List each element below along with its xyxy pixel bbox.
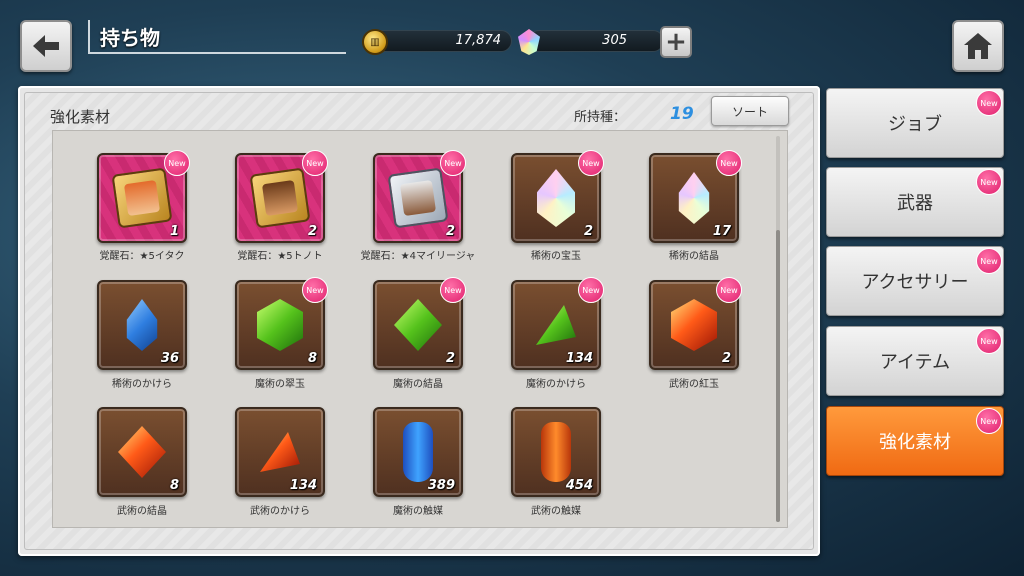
awakening-stone-icon: [111, 167, 173, 229]
home-button[interactable]: [952, 20, 1004, 72]
item-tile[interactable]: 36: [97, 280, 187, 370]
rare-shard-icon: [126, 299, 158, 351]
new-badge: New: [716, 150, 742, 176]
arrow-left-icon: [33, 35, 59, 57]
item-count: 134: [565, 351, 593, 366]
gold-coin-icon: ▥: [362, 29, 388, 55]
item-label: 稀術のかけら: [112, 379, 172, 390]
item-tile[interactable]: 454: [511, 407, 601, 497]
magic-shard-icon: [536, 305, 576, 345]
title-divider: [88, 20, 90, 52]
gem-value: 305: [602, 33, 627, 48]
new-badge: New: [578, 150, 604, 176]
new-badge: New: [976, 328, 1002, 354]
new-badge: New: [578, 277, 604, 303]
item-count: 2: [307, 224, 317, 239]
gold-display: 17,874: [372, 30, 512, 52]
martial-ruby-icon: [671, 299, 717, 351]
item-label: 稀術の宝玉: [531, 251, 581, 262]
item-label: 魔術の結晶: [393, 379, 443, 390]
rare-crystal-icon: [678, 172, 710, 224]
item-count: 454: [565, 478, 593, 493]
item-count: 8: [307, 351, 317, 366]
owned-types-count: 19: [670, 104, 694, 124]
martial-crystal-icon: [118, 426, 166, 478]
item-label: 武術のかけら: [250, 506, 310, 517]
item-label: 魔術の翠玉: [255, 379, 305, 390]
item-tile[interactable]: 389: [373, 407, 463, 497]
item-label: 魔術のかけら: [526, 379, 586, 390]
item-count: 2: [445, 351, 455, 366]
new-badge: New: [440, 150, 466, 176]
new-badge: New: [976, 90, 1002, 116]
item-tile[interactable]: 8: [97, 407, 187, 497]
item-count: 8: [169, 478, 179, 493]
new-badge: New: [164, 150, 190, 176]
new-badge: New: [302, 277, 328, 303]
item-label: 武術の結晶: [117, 506, 167, 517]
new-badge: New: [440, 277, 466, 303]
item-label: 覚醒石：★5イタク: [99, 251, 185, 262]
item-count: 1: [169, 224, 179, 239]
item-count: 17: [712, 224, 731, 239]
item-count: 2: [583, 224, 593, 239]
page-title: 持ち物: [100, 26, 160, 50]
scrollbar-thumb[interactable]: [776, 230, 780, 522]
item-count: 2: [721, 351, 731, 366]
add-gems-button[interactable]: +: [660, 26, 692, 58]
item-count: 389: [427, 478, 455, 493]
martial-shard-icon: [260, 432, 300, 472]
item-label: 武術の触媒: [531, 506, 581, 517]
item-label: 稀術の結晶: [669, 251, 719, 262]
magic-crystal-icon: [394, 299, 442, 351]
new-badge: New: [976, 248, 1002, 274]
new-badge: New: [976, 408, 1002, 434]
gem-display: 305: [528, 30, 664, 52]
martial-catalyst-icon: [541, 422, 571, 482]
gold-value: 17,874: [455, 33, 502, 48]
sort-button[interactable]: ソート: [711, 96, 789, 126]
awakening-stone-icon: [387, 167, 449, 229]
magic-catalyst-icon: [403, 422, 433, 482]
item-count: 2: [445, 224, 455, 239]
item-count: 134: [289, 478, 317, 493]
owned-types-label: 所持種：: [574, 110, 627, 125]
back-button[interactable]: [20, 20, 72, 72]
new-badge: New: [716, 277, 742, 303]
awakening-stone-icon: [249, 167, 311, 229]
section-title: 強化素材: [50, 108, 111, 126]
title-underline: [88, 52, 346, 54]
item-tile[interactable]: 134: [235, 407, 325, 497]
new-badge: New: [302, 150, 328, 176]
item-label: 覚醒石：★4マイリージャ: [360, 251, 476, 262]
item-label: 魔術の触媒: [393, 506, 443, 517]
item-label: 武術の紅玉: [669, 379, 719, 390]
gold-icon-glyph: ▥: [370, 36, 380, 48]
new-badge: New: [976, 169, 1002, 195]
item-count: 36: [160, 351, 179, 366]
rare-jewel-icon: [537, 169, 575, 227]
item-label: 覚醒石：★5トノト: [237, 251, 323, 262]
magic-emerald-icon: [257, 299, 303, 351]
page-title-area: 持ち物: [88, 18, 346, 54]
home-icon: [964, 33, 992, 59]
